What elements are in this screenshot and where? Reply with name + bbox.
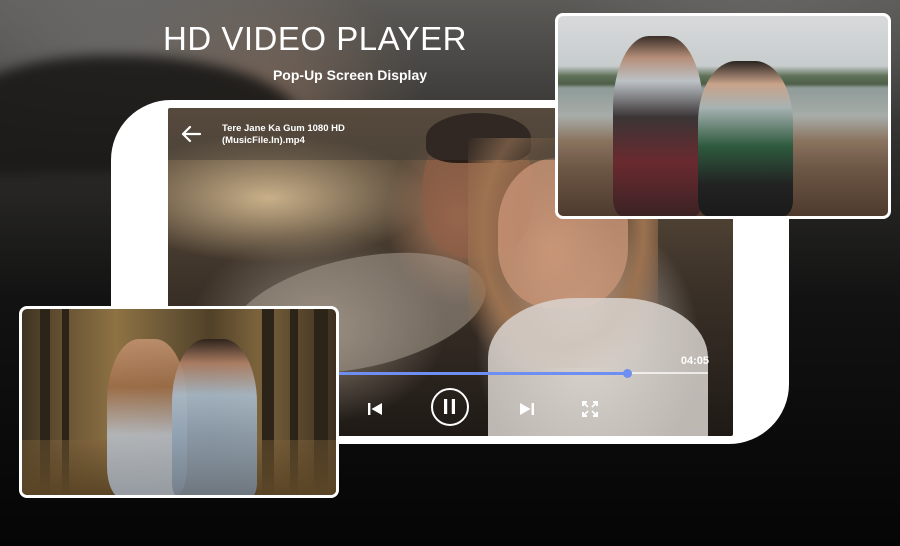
- pause-icon: [444, 399, 455, 414]
- photo-woman: [698, 61, 793, 216]
- skip-previous-icon[interactable]: [366, 400, 384, 418]
- video-title: Tere Jane Ka Gum 1080 HD (MusicFile.In).…: [222, 123, 345, 146]
- photo-man: [613, 36, 703, 216]
- fullscreen-icon[interactable]: [581, 400, 599, 418]
- photo-dancing-man: [172, 339, 257, 495]
- pause-button[interactable]: [431, 388, 469, 426]
- seek-progress: [338, 372, 627, 375]
- popup-thumbnail-lake[interactable]: [555, 13, 891, 219]
- seek-handle[interactable]: [622, 369, 632, 378]
- popup-thumbnail-forest[interactable]: [19, 306, 339, 498]
- current-time: 04:05: [680, 355, 709, 367]
- promo-subheadline: Pop-Up Screen Display: [272, 67, 428, 83]
- skip-next-icon[interactable]: [518, 400, 536, 418]
- seek-bar[interactable]: [338, 369, 708, 378]
- promo-headline: HD VIDEO PLAYER: [163, 20, 467, 57]
- arrow-left-icon[interactable]: [178, 121, 204, 147]
